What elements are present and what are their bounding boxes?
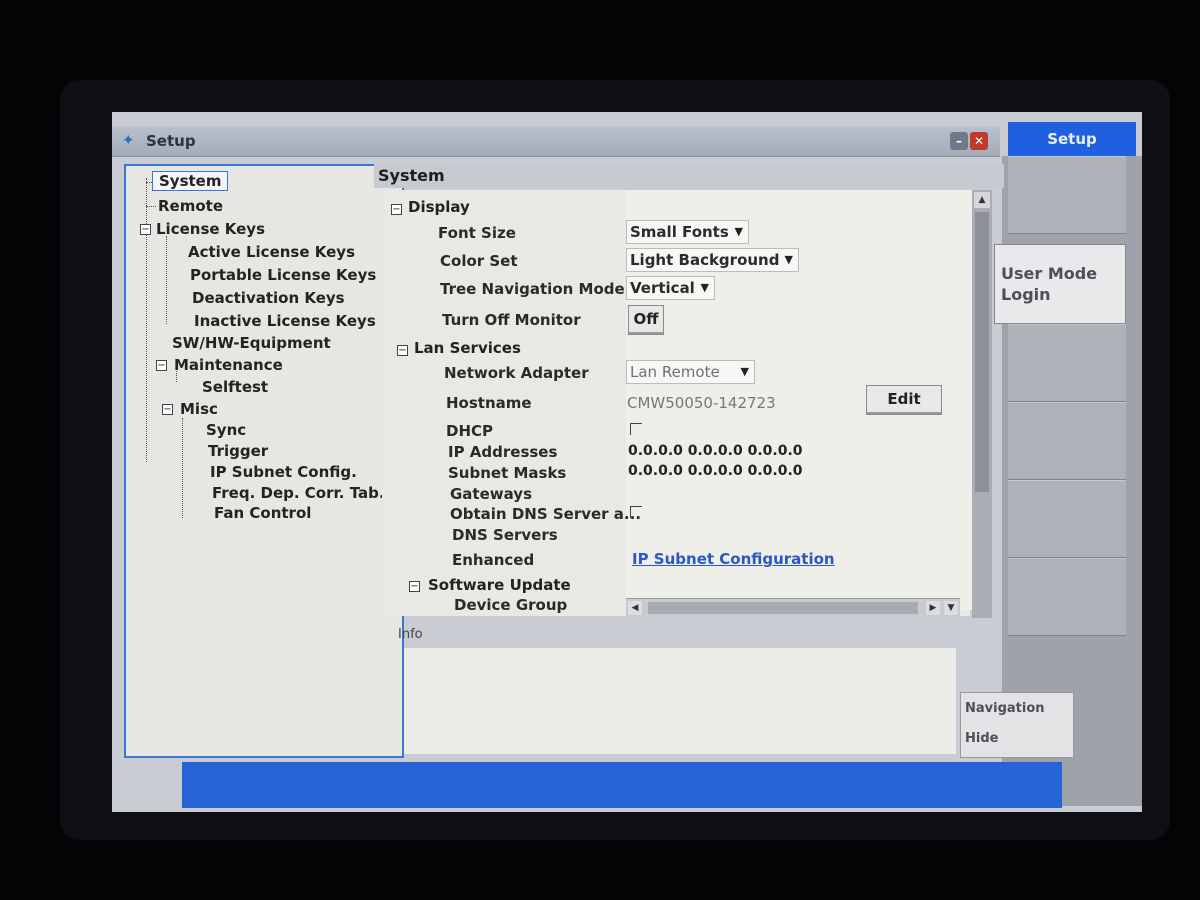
tree-connector xyxy=(182,418,183,518)
softkey-slot-5[interactable] xyxy=(1008,480,1126,558)
color-set-value: Light Background xyxy=(630,251,780,269)
collapse-icon[interactable]: − xyxy=(391,204,402,215)
turn-off-monitor-button[interactable]: Off xyxy=(628,305,664,335)
vertical-scroll-thumb[interactable] xyxy=(975,212,989,492)
dropdown-arrow-icon: ▼ xyxy=(784,253,793,266)
section-display: Display xyxy=(408,198,470,216)
dropdown-arrow-icon: ▼ xyxy=(740,365,749,378)
color-set-label: Color Set xyxy=(440,252,518,270)
user-mode-login-label: User Mode Login xyxy=(1001,264,1098,304)
softkey-slot-1[interactable] xyxy=(1008,156,1126,234)
obtain-dns-checkbox[interactable] xyxy=(630,506,642,518)
tree-navigation-mode-label: Tree Navigation Mode xyxy=(440,280,625,298)
tree-item-deactivation-keys[interactable]: Deactivation Keys xyxy=(192,289,345,307)
dropdown-arrow-icon: ▼ xyxy=(700,281,709,294)
tree-item-license-keys[interactable]: License Keys xyxy=(156,220,265,238)
tree-item-fan-control[interactable]: Fan Control xyxy=(214,504,311,522)
dhcp-label: DHCP xyxy=(446,422,494,440)
info-label: Info xyxy=(398,627,423,642)
obtain-dns-server-label: Obtain DNS Server a... xyxy=(450,505,642,523)
softkey-slot-4[interactable] xyxy=(1008,402,1126,480)
collapse-icon[interactable]: − xyxy=(409,581,420,592)
collapse-icon[interactable]: − xyxy=(397,345,408,356)
tree-item-portable-license-keys[interactable]: Portable License Keys xyxy=(190,266,376,284)
tree-item-freq-dep-corr-tab[interactable]: Freq. Dep. Corr. Tab... xyxy=(212,484,396,502)
tree-item-maintenance[interactable]: Maintenance xyxy=(174,356,283,374)
tree-item-remote[interactable]: Remote xyxy=(158,197,223,215)
tree-navigation-mode-dropdown[interactable]: Vertical ▼ xyxy=(626,276,715,300)
collapse-icon[interactable]: − xyxy=(162,404,173,415)
tree-item-misc[interactable]: Misc xyxy=(180,400,218,418)
network-adapter-value: Lan Remote xyxy=(630,363,720,381)
ip-subnet-configuration-link[interactable]: IP Subnet Configuration xyxy=(632,550,835,568)
hostname-value: CMW50050-142723 xyxy=(627,394,776,412)
hostname-label: Hostname xyxy=(446,394,532,412)
scroll-right-icon[interactable]: ▶ xyxy=(926,601,940,615)
edit-hostname-button[interactable]: Edit xyxy=(866,385,942,415)
scroll-left-icon[interactable]: ◀ xyxy=(628,601,642,615)
panel-title: System xyxy=(374,164,1004,188)
hide-label: Hide xyxy=(965,731,999,746)
device-group-label: Device Group xyxy=(454,596,568,614)
tree-item-ip-subnet-config[interactable]: IP Subnet Config. xyxy=(210,463,357,481)
window-titlebar: ✦ Setup – ✕ xyxy=(112,126,1000,157)
ip-addresses-label: IP Addresses xyxy=(448,443,558,461)
tree-item-selftest[interactable]: Selftest xyxy=(202,378,268,396)
vertical-scrollbar[interactable]: ▲ xyxy=(972,190,992,618)
softkey-slot-3[interactable] xyxy=(1008,324,1126,402)
dhcp-checkbox[interactable] xyxy=(630,423,642,435)
color-set-dropdown[interactable]: Light Background ▼ xyxy=(626,248,799,272)
tree-navigation-mode-value: Vertical xyxy=(630,279,695,297)
navigation-label: Navigation xyxy=(965,701,1045,716)
dns-servers-label: DNS Servers xyxy=(452,526,558,544)
turn-off-monitor-label: Turn Off Monitor xyxy=(442,311,581,329)
scroll-down-icon[interactable]: ▼ xyxy=(944,601,958,615)
tree-item-sw-hw-equipment[interactable]: SW/HW-Equipment xyxy=(172,334,331,352)
gateways-label: Gateways xyxy=(450,485,533,503)
collapse-icon[interactable]: − xyxy=(156,360,167,371)
window-title: Setup xyxy=(146,132,196,150)
scroll-up-icon[interactable]: ▲ xyxy=(974,192,990,208)
collapse-icon[interactable]: − xyxy=(140,224,151,235)
subnet-masks-value: 0.0.0.0 0.0.0.0 0.0.0.0 xyxy=(628,463,803,479)
app-logo-icon: ✦ xyxy=(122,131,135,149)
tree-item-system[interactable]: System xyxy=(152,171,229,191)
dropdown-arrow-icon: ▼ xyxy=(734,225,743,238)
section-software-update: Software Update xyxy=(428,576,571,594)
enhanced-label: Enhanced xyxy=(452,551,535,569)
tree-connector xyxy=(146,206,156,207)
network-adapter-label: Network Adapter xyxy=(444,364,589,382)
close-button[interactable]: ✕ xyxy=(970,132,988,150)
minimize-button[interactable]: – xyxy=(950,132,968,150)
font-size-value: Small Fonts xyxy=(630,223,729,241)
network-adapter-dropdown[interactable]: Lan Remote ▼ xyxy=(626,360,755,384)
info-pane xyxy=(404,648,956,754)
ip-addresses-value: 0.0.0.0 0.0.0.0 0.0.0.0 xyxy=(628,443,803,459)
horizontal-scroll-thumb[interactable] xyxy=(648,602,918,614)
tree-item-active-license-keys[interactable]: Active License Keys xyxy=(188,243,355,261)
user-mode-login-button[interactable]: User Mode Login xyxy=(994,244,1126,324)
instrument-screen: ✦ Setup – ✕ Setup User Mode Login System… xyxy=(112,112,1142,812)
navigation-hide-button[interactable]: Navigation Hide xyxy=(960,692,1074,758)
font-size-dropdown[interactable]: Small Fonts ▼ xyxy=(626,220,749,244)
tree-item-trigger[interactable]: Trigger xyxy=(208,442,268,460)
tree-item-inactive-license-keys[interactable]: Inactive License Keys xyxy=(194,312,376,330)
tree-item-sync[interactable]: Sync xyxy=(206,421,246,439)
tree-connector xyxy=(146,178,147,462)
tree-connector xyxy=(166,236,167,324)
horizontal-scrollbar[interactable]: ◀ ▶ ▼ xyxy=(626,598,960,617)
section-lan-services: Lan Services xyxy=(414,339,521,357)
subnet-masks-label: Subnet Masks xyxy=(448,464,567,482)
softkey-header: Setup xyxy=(1008,122,1136,156)
status-bar xyxy=(182,762,1062,808)
navigation-tree: System Remote − License Keys Active Lice… xyxy=(124,164,404,758)
softkey-slot-6[interactable] xyxy=(1008,558,1126,636)
font-size-label: Font Size xyxy=(438,224,516,242)
